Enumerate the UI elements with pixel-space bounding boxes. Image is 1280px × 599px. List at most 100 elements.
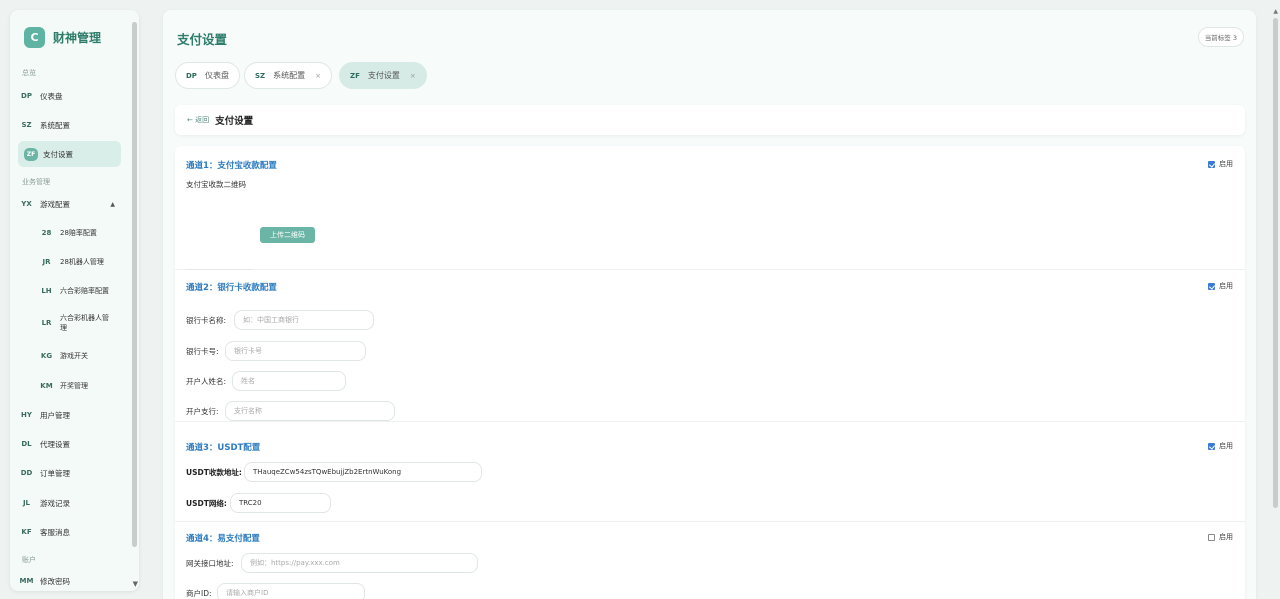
bank-enable-toggle[interactable]: 启用 bbox=[1208, 281, 1233, 291]
sidebar-item-user-management[interactable]: HY 用户管理 bbox=[18, 402, 123, 428]
checkbox-checked-icon[interactable] bbox=[1208, 282, 1215, 290]
enable-label: 启用 bbox=[1219, 282, 1233, 290]
gateway-url-label: 网关接口地址: bbox=[186, 559, 234, 568]
nav-label: 游戏记录 bbox=[40, 498, 70, 508]
header-title: 支付设置 bbox=[215, 116, 254, 127]
nav-label: 六合彩赔率配置 bbox=[60, 287, 109, 295]
sidebar-item-lhc-robots[interactable]: LR 六合彩机器人管理 bbox=[38, 307, 123, 339]
checkbox-checked-icon[interactable] bbox=[1208, 160, 1215, 168]
tab-payment-settings[interactable]: ZF 支付设置 × bbox=[339, 62, 427, 89]
enable-label: 启用 bbox=[1219, 442, 1233, 450]
brand[interactable]: C 财神管理 bbox=[24, 27, 101, 48]
nav-code: MM bbox=[19, 577, 34, 585]
tab-code: DP bbox=[186, 71, 197, 80]
nav-label: 客服消息 bbox=[40, 527, 70, 537]
sidebar-scrollbar[interactable] bbox=[132, 22, 137, 547]
tab-count-badge: 当前标签 3 bbox=[1197, 27, 1244, 47]
account-holder-input[interactable]: 姓名 bbox=[232, 371, 346, 391]
nav-code: KM bbox=[40, 382, 53, 390]
sidebar-item-change-password[interactable]: MM 修改密码 bbox=[18, 568, 123, 591]
nav-code: LR bbox=[41, 319, 52, 327]
sidebar-item-dashboard[interactable]: DP 仪表盘 bbox=[18, 83, 123, 109]
usdt-network-select[interactable]: TRC20 bbox=[230, 493, 331, 513]
sidebar: C 财神管理 总览 DP 仪表盘 SZ 系统配置 ZF 支付设置 业务管理 YX… bbox=[10, 10, 139, 591]
usdt-address-label: USDT收款地址: bbox=[186, 468, 242, 477]
tab-label: 系统配置 bbox=[273, 71, 306, 80]
sidebar-item-draw-management[interactable]: KM 开奖管理 bbox=[38, 373, 123, 399]
epay-enable-toggle[interactable]: 启用 bbox=[1208, 532, 1233, 542]
nav-label: 六合彩机器人管理 bbox=[60, 314, 109, 332]
tab-code: SZ bbox=[255, 71, 266, 80]
sidebar-item-support-messages[interactable]: KF 客服消息 bbox=[18, 519, 123, 545]
sidebar-item-game-config[interactable]: YX 游戏配置 ▲ bbox=[18, 191, 123, 217]
nav-code: JR bbox=[42, 258, 51, 266]
tab-dashboard[interactable]: DP 仪表盘 bbox=[175, 62, 240, 89]
enable-label: 启用 bbox=[1219, 533, 1233, 541]
branch-label: 开户支行: bbox=[186, 407, 219, 416]
merchant-id-label: 商户ID: bbox=[186, 589, 212, 598]
page-header-card: ← 返回 支付设置 bbox=[175, 105, 1245, 135]
collapse-arrow-icon[interactable]: ▲ bbox=[110, 201, 115, 208]
account-holder-label: 开户人姓名: bbox=[186, 377, 227, 386]
usdt-title: 通道3：USDT配置 bbox=[186, 443, 261, 453]
main-panel: 支付设置 当前标签 3 DP 仪表盘 SZ 系统配置 × ZF 支付设置 × ←… bbox=[163, 10, 1256, 599]
nav-code: DP bbox=[21, 92, 32, 100]
bank-title: 通道2：银行卡收款配置 bbox=[186, 283, 277, 293]
nav-label: 开奖管理 bbox=[60, 382, 88, 390]
nav-label: 修改密码 bbox=[40, 576, 70, 586]
sidebar-item-order-management[interactable]: DD 订单管理 bbox=[18, 460, 123, 486]
scroll-up-icon[interactable]: ▲ bbox=[1273, 8, 1278, 15]
nav-code: 28 bbox=[41, 229, 52, 237]
nav-label: 系统配置 bbox=[40, 120, 70, 130]
sidebar-item-game-switch[interactable]: KG 游戏开关 bbox=[38, 343, 123, 369]
tab-label: 仪表盘 bbox=[204, 71, 229, 80]
epay-title: 通道4：易支付配置 bbox=[186, 534, 260, 544]
alipay-section: 通道1：支付宝收款配置 启用 支付宝收款二维码 上传二维码 bbox=[175, 146, 1245, 270]
checkbox-checked-icon[interactable] bbox=[1208, 442, 1215, 450]
nav-label: 用户管理 bbox=[40, 410, 70, 420]
enable-label: 启用 bbox=[1219, 160, 1233, 168]
payment-settings-form: 通道1：支付宝收款配置 启用 支付宝收款二维码 上传二维码 通道2：银行卡收款配… bbox=[175, 146, 1245, 599]
sidebar-item-28-odds[interactable]: 28 28赔率配置 bbox=[38, 220, 123, 246]
nav-code: JL bbox=[22, 499, 31, 507]
main-scrollbar[interactable] bbox=[1273, 18, 1278, 508]
nav-label: 游戏开关 bbox=[60, 352, 88, 360]
tab-label: 支付设置 bbox=[367, 71, 400, 80]
usdt-enable-toggle[interactable]: 启用 bbox=[1208, 441, 1233, 451]
nav-code: SZ bbox=[21, 121, 32, 129]
merchant-id-input[interactable]: 请输入商户ID bbox=[217, 583, 365, 599]
page-title: 支付设置 bbox=[177, 32, 228, 47]
bank-card-label: 银行卡号: bbox=[186, 347, 219, 356]
tab-code: ZF bbox=[350, 71, 360, 80]
nav-label: 仪表盘 bbox=[40, 91, 63, 101]
sidebar-item-lhc-odds[interactable]: LH 六合彩赔率配置 bbox=[38, 278, 123, 304]
close-icon[interactable]: × bbox=[410, 72, 416, 80]
branch-input[interactable]: 支行名称 bbox=[225, 401, 395, 421]
close-icon[interactable]: × bbox=[315, 72, 321, 80]
gateway-url-input[interactable]: 例如：https://pay.xxx.com bbox=[241, 553, 478, 573]
nav-code: DL bbox=[21, 440, 32, 448]
tab-system-config[interactable]: SZ 系统配置 × bbox=[244, 62, 332, 89]
bank-name-input[interactable]: 如：中国工商银行 bbox=[234, 310, 374, 330]
brand-logo: C bbox=[24, 27, 45, 48]
sidebar-item-payment-settings[interactable]: ZF 支付设置 bbox=[18, 141, 121, 167]
nav-label: 28赔率配置 bbox=[60, 229, 97, 237]
nav-code: KF bbox=[21, 528, 32, 536]
upload-qr-button[interactable]: 上传二维码 bbox=[260, 227, 315, 243]
alipay-enable-toggle[interactable]: 启用 bbox=[1208, 159, 1233, 169]
nav-label: 支付设置 bbox=[43, 149, 73, 159]
scroll-down-icon[interactable]: ▼ bbox=[133, 580, 138, 588]
sidebar-item-agent-settings[interactable]: DL 代理设置 bbox=[18, 431, 123, 457]
checkbox-unchecked-icon[interactable] bbox=[1208, 533, 1215, 541]
brand-name: 财神管理 bbox=[53, 31, 102, 45]
back-link[interactable]: ← 返回 bbox=[187, 115, 209, 125]
sidebar-item-game-records[interactable]: JL 游戏记录 bbox=[18, 490, 123, 516]
usdt-section: 通道3：USDT配置 启用 USDT收款地址: THauqeZCw54zsTQw… bbox=[175, 422, 1245, 522]
sidebar-item-28-robots[interactable]: JR 28机器人管理 bbox=[38, 249, 123, 275]
sidebar-item-system-config[interactable]: SZ 系统配置 bbox=[18, 112, 123, 138]
alipay-title: 通道1：支付宝收款配置 bbox=[186, 161, 277, 171]
nav-code: ZF bbox=[24, 147, 38, 161]
usdt-address-input[interactable]: THauqeZCw54zsTQwEbujjZb2ErtnWuKong bbox=[244, 462, 482, 482]
bank-card-input[interactable]: 银行卡号 bbox=[225, 341, 366, 361]
nav-label: 28机器人管理 bbox=[60, 258, 104, 266]
